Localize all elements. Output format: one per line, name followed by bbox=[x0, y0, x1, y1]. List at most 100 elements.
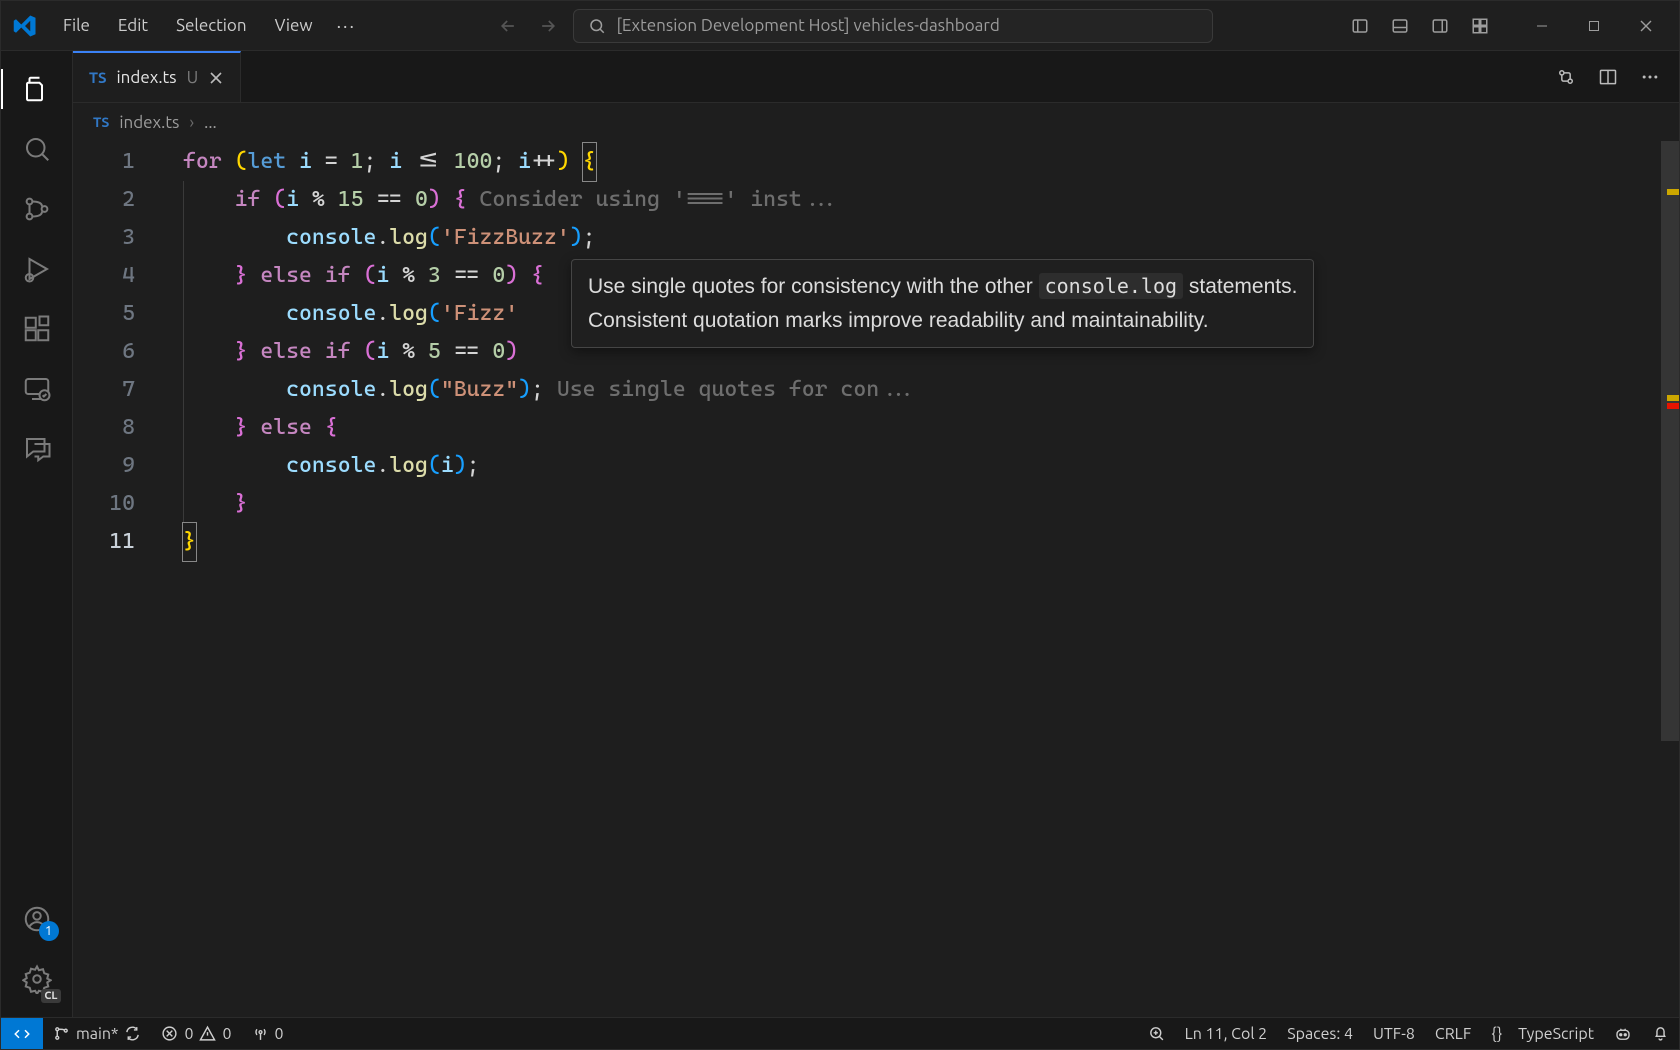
status-branch[interactable]: main* bbox=[43, 1018, 151, 1049]
editor-scrollbar[interactable] bbox=[1661, 141, 1679, 1017]
git-branch-icon bbox=[53, 1025, 70, 1042]
status-notifications[interactable] bbox=[1642, 1018, 1679, 1049]
status-problems[interactable]: 0 0 bbox=[151, 1018, 241, 1049]
menu-edit[interactable]: Edit bbox=[106, 10, 160, 41]
line-number: 9 bbox=[73, 447, 163, 485]
title-bar: File Edit Selection View ··· [Extension … bbox=[1, 1, 1679, 51]
line-number: 3 bbox=[73, 219, 163, 257]
typescript-file-icon: TS bbox=[89, 69, 107, 86]
status-bar: main* 0 0 0 Ln 11, Col 2 Spaces: 4 UTF-8… bbox=[1, 1017, 1679, 1049]
breadcrumb[interactable]: TS index.ts › ... bbox=[73, 103, 1679, 141]
overview-marker-warning bbox=[1667, 395, 1679, 401]
activity-comments[interactable] bbox=[1, 419, 73, 479]
layout-secondary-sidebar-icon[interactable] bbox=[1423, 9, 1457, 43]
menu-selection[interactable]: Selection bbox=[164, 10, 259, 41]
overview-marker-warning bbox=[1667, 189, 1679, 195]
customize-layout-icon[interactable] bbox=[1463, 9, 1497, 43]
code-line[interactable]: } bbox=[183, 523, 1679, 561]
typescript-file-icon: TS bbox=[93, 114, 109, 130]
brackets-icon: {} bbox=[1491, 1025, 1502, 1043]
status-indentation[interactable]: Spaces: 4 bbox=[1277, 1018, 1363, 1049]
line-number: 6 bbox=[73, 333, 163, 371]
status-ports-count: 0 bbox=[275, 1025, 284, 1043]
zoom-icon bbox=[1148, 1025, 1165, 1042]
window-minimize-button[interactable] bbox=[1519, 9, 1565, 43]
tab-dirty-indicator: U bbox=[187, 68, 199, 87]
code-line[interactable]: console.log('FizzBuzz'); bbox=[183, 219, 1679, 257]
line-number: 2 bbox=[73, 181, 163, 219]
status-copilot[interactable] bbox=[1604, 1018, 1642, 1049]
hover-text: Consistent quotation marks improve reada… bbox=[588, 304, 1297, 338]
nav-forward-button[interactable] bbox=[533, 11, 563, 41]
code-line[interactable]: } bbox=[183, 485, 1679, 523]
editor-compare-changes-icon[interactable] bbox=[1549, 60, 1583, 94]
breadcrumb-trail: ... bbox=[204, 113, 217, 132]
tab-close-icon[interactable] bbox=[208, 70, 224, 86]
warning-icon bbox=[199, 1025, 216, 1042]
command-center-search[interactable]: [Extension Development Host] vehicles-da… bbox=[573, 9, 1213, 43]
activity-bar: 1 CL bbox=[1, 51, 73, 1017]
code-line[interactable]: for (let i = 1; i <= 100; i++) { bbox=[183, 143, 1679, 181]
activity-settings[interactable]: CL bbox=[1, 949, 73, 1009]
status-remote-button[interactable] bbox=[1, 1018, 43, 1049]
menu-overflow[interactable]: ··· bbox=[329, 10, 364, 42]
line-number: 11 bbox=[73, 523, 163, 561]
code-line[interactable]: } else { bbox=[183, 409, 1679, 447]
status-branch-label: main* bbox=[76, 1025, 118, 1043]
tab-filename: index.ts bbox=[117, 68, 177, 87]
activity-run-debug[interactable] bbox=[1, 239, 73, 299]
status-ports[interactable]: 0 bbox=[242, 1018, 294, 1049]
window-close-button[interactable] bbox=[1623, 9, 1669, 43]
activity-search[interactable] bbox=[1, 119, 73, 179]
layout-panel-icon[interactable] bbox=[1383, 9, 1417, 43]
accounts-badge: 1 bbox=[39, 921, 59, 941]
copilot-icon bbox=[1614, 1025, 1632, 1043]
hover-text: Use single quotes for consistency with t… bbox=[588, 275, 1039, 298]
overview-marker-error bbox=[1667, 403, 1679, 409]
editor-tabs: TS index.ts U bbox=[73, 51, 1679, 103]
activity-remote-explorer[interactable] bbox=[1, 359, 73, 419]
breadcrumb-separator-icon: › bbox=[189, 113, 194, 132]
window-maximize-button[interactable] bbox=[1571, 9, 1617, 43]
code-line[interactable]: if (i % 15 == 0) { Consider using '===' … bbox=[183, 181, 1679, 219]
activity-explorer[interactable] bbox=[1, 59, 73, 119]
hover-text: statements. bbox=[1183, 275, 1297, 298]
activity-source-control[interactable] bbox=[1, 179, 73, 239]
line-number: 10 bbox=[73, 485, 163, 523]
menu-file[interactable]: File bbox=[51, 10, 102, 41]
status-language-mode[interactable]: {} TypeScript bbox=[1481, 1018, 1604, 1049]
line-number: 7 bbox=[73, 371, 163, 409]
bell-icon bbox=[1652, 1025, 1669, 1042]
menu-view[interactable]: View bbox=[263, 10, 325, 41]
vscode-logo-icon bbox=[11, 12, 39, 40]
editor-viewport[interactable]: 1 for (let i = 1; i <= 100; i++) { 2 if … bbox=[73, 141, 1679, 1017]
status-warnings-count: 0 bbox=[222, 1025, 231, 1043]
command-center-label: [Extension Development Host] vehicles-da… bbox=[616, 16, 999, 35]
nav-back-button[interactable] bbox=[493, 11, 523, 41]
radio-tower-icon bbox=[252, 1025, 269, 1042]
activity-extensions[interactable] bbox=[1, 299, 73, 359]
breadcrumb-file: index.ts bbox=[119, 113, 179, 132]
editor-area: TS index.ts U bbox=[73, 51, 1679, 1017]
settings-badge: CL bbox=[41, 989, 60, 1003]
line-number: 5 bbox=[73, 295, 163, 333]
inline-hint: Consider using '===' inst... bbox=[467, 187, 841, 212]
code-line[interactable]: console.log("Buzz"); Use single quotes f… bbox=[183, 371, 1679, 409]
status-encoding[interactable]: UTF-8 bbox=[1363, 1018, 1425, 1049]
status-cursor-position[interactable]: Ln 11, Col 2 bbox=[1175, 1018, 1278, 1049]
tab-index-ts[interactable]: TS index.ts U bbox=[73, 51, 241, 102]
activity-accounts[interactable]: 1 bbox=[1, 889, 73, 949]
inline-hint: Use single quotes for con... bbox=[544, 377, 918, 402]
error-icon bbox=[161, 1025, 178, 1042]
editor-more-icon[interactable] bbox=[1633, 60, 1667, 94]
status-errors-count: 0 bbox=[184, 1025, 193, 1043]
hover-code: console.log bbox=[1039, 273, 1183, 299]
line-number: 4 bbox=[73, 257, 163, 295]
line-number: 1 bbox=[73, 143, 163, 181]
status-zoom[interactable] bbox=[1138, 1018, 1175, 1049]
editor-split-icon[interactable] bbox=[1591, 60, 1625, 94]
sync-icon bbox=[124, 1025, 141, 1042]
code-line[interactable]: console.log(i); bbox=[183, 447, 1679, 485]
layout-primary-sidebar-icon[interactable] bbox=[1343, 9, 1377, 43]
status-eol[interactable]: CRLF bbox=[1425, 1018, 1481, 1049]
